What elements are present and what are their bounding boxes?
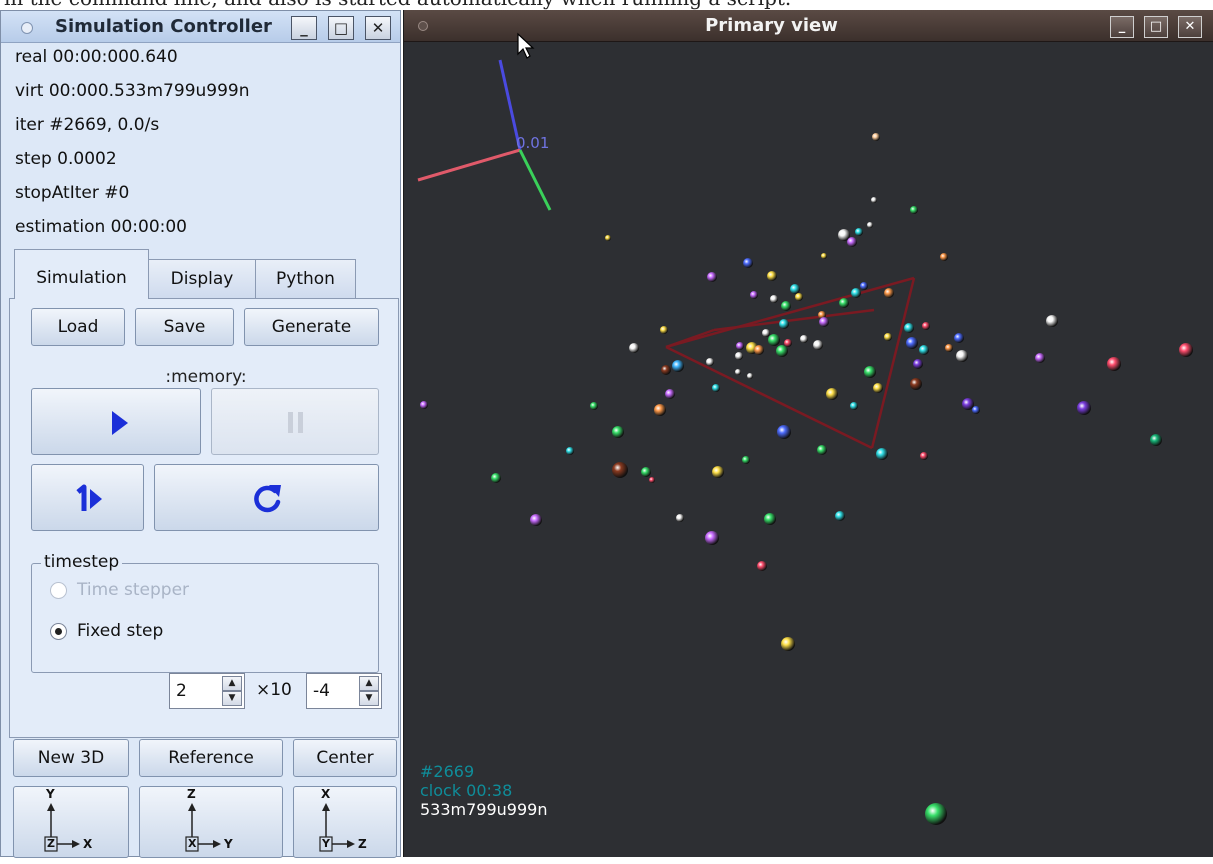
view-z-axis-button[interactable]: Y Z X (13, 786, 129, 858)
real-time-label: real 00:00:000.640 (15, 47, 178, 67)
minimize-button[interactable]: _ (291, 16, 317, 40)
pause-button[interactable] (211, 388, 379, 455)
play-button[interactable] (31, 388, 201, 455)
overlay-clock: clock 00:38 (420, 781, 513, 800)
mouse-cursor-icon (517, 32, 535, 59)
axis-box-label: Z (47, 837, 55, 850)
time-stepper-label: Time stepper (77, 580, 190, 600)
play-icon (112, 411, 128, 435)
fixed-step-label: Fixed step (77, 621, 164, 641)
center-button[interactable]: Center (293, 739, 397, 777)
overlay-iteration: #2669 (420, 762, 475, 781)
simulation-controller-window: Simulation Controller _ □ ✕ real 00:00:0… (0, 10, 401, 858)
timestep-group-title: timestep (41, 552, 123, 572)
view-y-axis-button[interactable]: Z X Y (139, 786, 283, 858)
reload-button[interactable] (154, 464, 379, 531)
save-button[interactable]: Save (135, 308, 234, 346)
increment-arrow-icon[interactable]: ▲ (222, 676, 242, 691)
timestep-mantissa-spinbox[interactable]: 2 ▲ ▼ (169, 673, 245, 709)
single-step-button[interactable] (31, 464, 144, 531)
iteration-label: iter #2669, 0.0/s (15, 115, 160, 135)
view-x-axis-button[interactable]: X Y Z (293, 786, 397, 858)
times-ten-label: ×10 (256, 680, 292, 700)
load-button[interactable]: Load (31, 308, 125, 346)
primary-view-window: Primary view _ □ ✕ 0.01 #2669 clock 00:3… (403, 10, 1213, 857)
axes-icon (319, 803, 355, 852)
increment-arrow-icon[interactable]: ▲ (359, 676, 379, 691)
generate-button[interactable]: Generate (244, 308, 379, 346)
axis-up-label: Y (46, 787, 55, 801)
stop-at-iter-label: stopAtIter #0 (15, 183, 130, 203)
timestep-exponent-spinbox[interactable]: -4 ▲ ▼ (306, 673, 382, 709)
close-button[interactable]: ✕ (365, 16, 391, 40)
pause-icon (288, 412, 303, 433)
single-step-icon (76, 484, 102, 511)
minimize-button[interactable]: _ (1110, 16, 1134, 38)
overlay-virtual-time: 533m799u999n (420, 800, 548, 819)
estimation-label: estimation 00:00:00 (15, 217, 188, 237)
reload-icon (254, 485, 281, 513)
axis-right-label: X (83, 837, 93, 851)
axis-box-label: X (188, 837, 197, 850)
decrement-arrow-icon[interactable]: ▼ (222, 691, 242, 706)
step-label: step 0.0002 (15, 149, 117, 169)
axis-box-label: Y (322, 837, 330, 850)
scene-source-label: :memory: (165, 367, 247, 387)
new-3d-button[interactable]: New 3D (13, 739, 129, 777)
tab-display[interactable]: Display (148, 259, 256, 299)
axes-icon (185, 803, 221, 852)
controller-title: Simulation Controller (55, 16, 272, 37)
tab-simulation[interactable]: Simulation (14, 249, 149, 299)
view-title: Primary view (705, 15, 838, 36)
axis-right-label: Z (358, 837, 367, 851)
virtual-time-label: virt 00:000.533m799u999n (15, 81, 250, 101)
timestep-mantissa-value: 2 (176, 681, 187, 701)
reference-button[interactable]: Reference (139, 739, 283, 777)
axis-scale-label: 0.01 (516, 134, 550, 152)
decrement-arrow-icon[interactable]: ▼ (359, 691, 379, 706)
timestep-exponent-value: -4 (313, 681, 330, 701)
maximize-button[interactable]: □ (1144, 16, 1168, 38)
controller-titlebar[interactable]: Simulation Controller _ □ ✕ (1, 11, 400, 43)
axis-right-label: Y (224, 837, 233, 851)
tab-python[interactable]: Python (255, 259, 356, 299)
axis-up-label: Z (187, 787, 196, 801)
axes-icon (44, 803, 80, 852)
close-button[interactable]: ✕ (1178, 16, 1202, 38)
page-caption: in the command line, and also is started… (0, 0, 1213, 10)
maximize-button[interactable]: □ (328, 16, 354, 40)
fixed-step-radio[interactable] (50, 623, 67, 640)
window-menu-icon[interactable] (21, 22, 33, 34)
time-stepper-radio[interactable] (50, 582, 67, 599)
axis-up-label: X (321, 787, 331, 801)
